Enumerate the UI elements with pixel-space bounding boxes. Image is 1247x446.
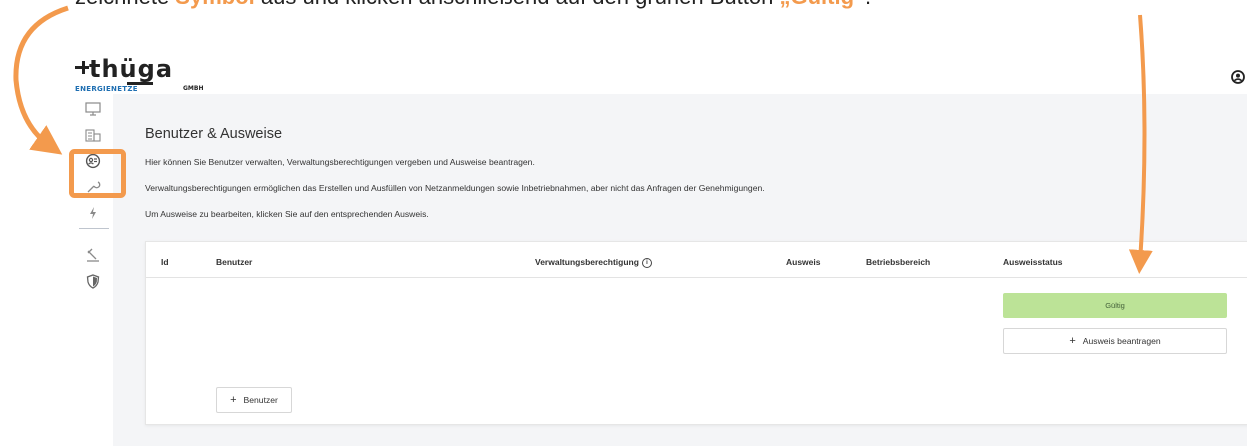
add-user-label: Benutzer — [243, 395, 278, 405]
logo-subtitle-gmbh: GMBH — [183, 85, 204, 92]
sidebar-item-users[interactable] — [81, 150, 105, 172]
sidebar-divider — [79, 228, 109, 229]
column-header-id[interactable]: Id — [161, 257, 169, 267]
column-header-permission-label: Verwaltungsberechtigung — [535, 257, 639, 267]
intro-paragraph-3: Um Ausweise zu bearbeiten, klicken Sie a… — [145, 209, 429, 219]
sidebar-item-legal[interactable] — [81, 244, 105, 266]
caption-text-1: zeichnete — [75, 0, 175, 9]
company-logo[interactable]: thüga ENERGIENETZE GMBH — [75, 55, 205, 93]
caption-highlight-gueltig: „Gültig“ — [779, 0, 865, 9]
sidebar-item-power[interactable] — [81, 202, 105, 224]
sidebar-item-dashboard[interactable] — [81, 98, 105, 120]
page-title: Benutzer & Ausweise — [145, 126, 283, 142]
plus-icon: + — [230, 394, 237, 406]
sidebar — [73, 94, 114, 446]
hammer-icon — [87, 248, 99, 262]
app-window: thüga ENERGIENETZE GMBH Benutzer & Auswe… — [73, 52, 1247, 446]
column-header-badge-status[interactable]: Ausweisstatus — [1003, 257, 1063, 267]
main-content: Benutzer & Ausweise Hier können Sie Benu… — [113, 94, 1247, 446]
info-icon[interactable]: i — [641, 257, 652, 268]
sidebar-item-tools[interactable] — [81, 176, 105, 198]
badge-user-icon — [85, 153, 101, 169]
user-circle-icon[interactable] — [1231, 70, 1245, 84]
logo-wordmark: thüga — [89, 55, 174, 83]
users-table-card: Id Benutzer Verwaltungsberechtigung i Aus… — [145, 241, 1247, 425]
caption-highlight-symbol: Symbol — [175, 0, 254, 9]
sidebar-item-buildings[interactable] — [81, 124, 105, 146]
building-icon — [85, 129, 101, 142]
wrench-icon — [87, 181, 101, 193]
table-header-divider — [146, 277, 1247, 278]
column-header-user[interactable]: Benutzer — [216, 257, 252, 267]
caption-text-2: aus und klicken anschließend auf den grü… — [255, 0, 780, 9]
plus-icon: + — [1069, 335, 1076, 347]
request-badge-label: Ausweis beantragen — [1082, 336, 1161, 346]
request-badge-button[interactable]: + Ausweis beantragen — [1003, 328, 1227, 354]
caption-text-3: . — [865, 0, 871, 9]
logo-mark-stem — [82, 61, 85, 74]
annotation-arrow-left — [13, 5, 69, 155]
intro-paragraph-2: Verwaltungsberechtigungen ermöglichen da… — [145, 183, 765, 193]
lightning-icon — [90, 207, 96, 219]
monitor-icon — [85, 102, 101, 116]
instruction-caption: zeichnete Symbol aus und klicken anschli… — [75, 0, 1247, 10]
column-header-badge[interactable]: Ausweis — [786, 257, 821, 267]
intro-paragraph-1: Hier können Sie Benutzer verwalten, Verw… — [145, 157, 535, 167]
column-header-operating-area[interactable]: Betriebsbereich — [866, 257, 930, 267]
sidebar-item-security[interactable] — [81, 270, 105, 292]
logo-subtitle: ENERGIENETZE — [75, 85, 138, 93]
shield-icon — [86, 273, 100, 289]
add-user-button[interactable]: + Benutzer — [216, 387, 292, 413]
status-valid-button[interactable]: Gültig — [1003, 293, 1227, 318]
column-header-permission[interactable]: Verwaltungsberechtigung i — [535, 257, 652, 268]
